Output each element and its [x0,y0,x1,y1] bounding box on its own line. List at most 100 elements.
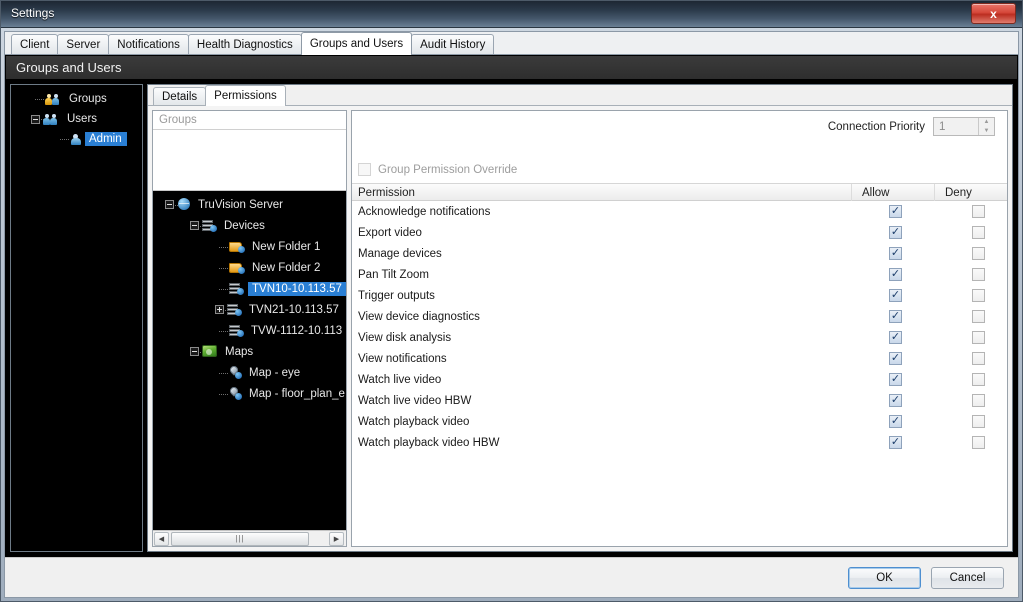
tree-connector [219,268,228,269]
allow-checkbox[interactable] [889,289,902,302]
allow-checkbox[interactable] [889,310,902,323]
tab-server[interactable]: Server [57,34,110,54]
tree-item[interactable]: TruVision Server [165,194,286,215]
allow-checkbox[interactable] [889,331,902,344]
deny-checkbox[interactable] [972,394,985,407]
table-row[interactable]: View device diagnostics [352,306,1007,327]
group-permission-override-label: Group Permission Override [378,163,518,176]
allow-checkbox[interactable] [889,205,902,218]
allow-checkbox[interactable] [889,436,902,449]
allow-checkbox[interactable] [889,226,902,239]
deny-checkbox[interactable] [972,352,985,365]
allow-checkbox[interactable] [889,394,902,407]
tree-item-label: TruVision Server [198,198,284,211]
users-tree-panel[interactable]: Groups Users Admin [10,84,143,552]
deny-checkbox[interactable] [972,373,985,386]
permissions-grid: Permission Allow Deny Acknowledge notifica… [352,183,1007,546]
deny-checkbox[interactable] [972,436,985,449]
table-row[interactable]: Acknowledge notifications [352,201,1007,222]
tree-item[interactable]: TVN10-10.113.57 [229,278,346,299]
tree-item[interactable]: New Folder 2 [229,257,323,278]
deny-checkbox[interactable] [972,226,985,239]
folder-icon [229,262,245,274]
tree-connector [219,289,228,290]
tree-connector [219,331,228,332]
cancel-button[interactable]: Cancel [931,566,1004,589]
subtab-details[interactable]: Details [153,87,207,105]
content-area: Groups and Users Groups Users Admin Detail… [5,55,1018,557]
groups-and-devices-pane: Groups TruVision Server Devices New Folder… [152,110,347,547]
settings-window: Settings x Client Server Notifications Heal… [0,0,1023,602]
permission-name: Export video [358,226,422,239]
close-icon[interactable]: x [971,3,1016,24]
tree-item[interactable]: Admin [70,129,127,149]
deny-checkbox[interactable] [972,247,985,260]
table-row[interactable]: Watch playback video [352,411,1007,432]
connection-priority-label: Connection Priority [827,120,925,133]
expand-plus-icon[interactable] [215,305,224,314]
allow-checkbox[interactable] [889,268,902,281]
deny-checkbox[interactable] [972,268,985,281]
subtab-permissions[interactable]: Permissions [205,85,286,106]
tree-item[interactable]: Groups [45,89,110,109]
table-row[interactable]: View notifications [352,348,1007,369]
tree-connector [219,247,228,248]
spinner-down-icon[interactable]: ▼ [978,126,994,135]
connection-priority-stepper[interactable]: 1 ▲ ▼ [933,117,995,136]
scroll-left-icon[interactable]: ◀ [154,531,169,546]
column-header-deny[interactable]: Deny [935,184,1007,201]
tab-groups-and-users[interactable]: Groups and Users [300,32,413,55]
permission-name: Manage devices [358,247,442,260]
table-row[interactable]: Watch live video HBW [352,390,1007,411]
tree-item[interactable]: Maps [190,341,256,362]
deny-checkbox[interactable] [972,310,985,323]
column-header-permission[interactable]: Permission [352,184,852,201]
tab-client[interactable]: Client [11,34,59,54]
collapse-minus-icon[interactable] [165,200,174,209]
table-row[interactable]: Pan Tilt Zoom [352,264,1007,285]
server-icon [227,303,242,316]
collapse-minus-icon[interactable] [190,221,199,230]
allow-checkbox[interactable] [889,373,902,386]
tree-item[interactable]: TVW-1112-10.113 [229,320,345,341]
globe-icon [177,198,191,211]
tree-item[interactable]: Users [31,109,100,129]
table-row[interactable]: Watch live video [352,369,1007,390]
allow-checkbox[interactable] [889,352,902,365]
collapse-minus-icon[interactable] [31,114,40,124]
title-bar: Settings x [1,1,1022,28]
tree-item-label: Map - eye [249,366,301,379]
column-header-allow[interactable]: Allow [852,184,935,201]
scroll-thumb[interactable]: ||| [171,531,309,546]
table-row[interactable]: Export video [352,222,1007,243]
deny-checkbox[interactable] [972,331,985,344]
tree-item[interactable]: Map - eye [228,362,303,383]
tab-notifications[interactable]: Notifications [108,34,189,54]
tree-item[interactable]: Devices [190,215,268,236]
tree-item[interactable]: TVN21-10.113.57 [215,299,342,320]
deny-checkbox[interactable] [972,415,985,428]
allow-checkbox[interactable] [889,415,902,428]
spinner-up-icon[interactable]: ▲ [978,118,994,127]
device-tree-hscrollbar[interactable]: ◀ ||| ▶ [153,530,346,546]
device-tree[interactable]: TruVision Server Devices New Folder 1 New F… [153,191,346,530]
pin-icon [228,385,242,400]
table-row[interactable]: Watch playback video HBW [352,432,1007,453]
group-permission-override-checkbox[interactable] [358,163,371,176]
tree-item-label: TVN21-10.113.57 [249,303,339,316]
scroll-right-icon[interactable]: ▶ [329,531,344,546]
allow-checkbox[interactable] [889,247,902,260]
table-row[interactable]: Trigger outputs [352,285,1007,306]
tab-audit-history[interactable]: Audit History [411,34,495,54]
collapse-minus-icon[interactable] [190,347,199,356]
groups-listbox[interactable] [153,130,346,191]
tab-health-diagnostics[interactable]: Health Diagnostics [187,34,302,54]
ok-button[interactable]: OK [848,566,921,589]
tree-item[interactable]: New Folder 1 [229,236,323,257]
tree-item[interactable]: Map - floor_plan_e [228,383,346,404]
table-row[interactable]: View disk analysis [352,327,1007,348]
deny-checkbox[interactable] [972,205,985,218]
table-row[interactable]: Manage devices [352,243,1007,264]
tree-connector [60,139,69,140]
deny-checkbox[interactable] [972,289,985,302]
